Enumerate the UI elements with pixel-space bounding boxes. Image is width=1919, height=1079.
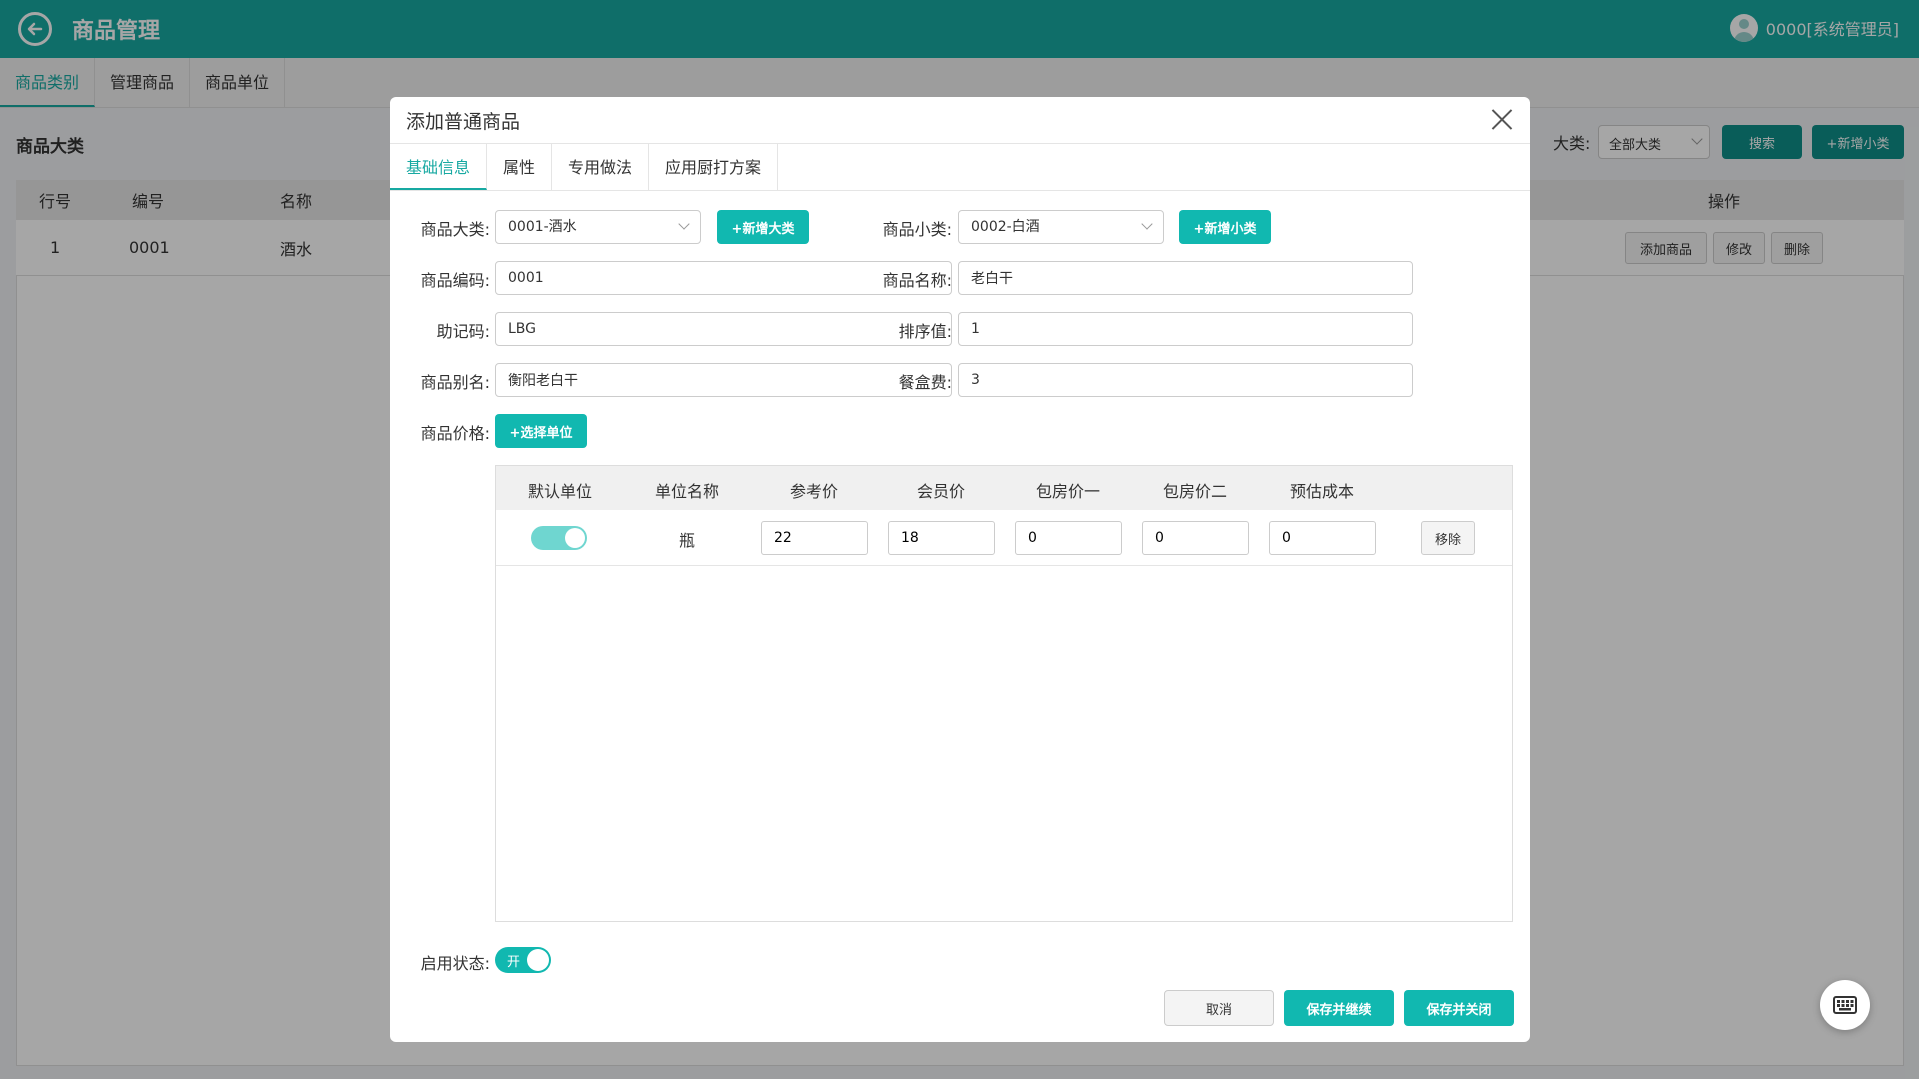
dialog-header: 添加普通商品: [390, 97, 1530, 144]
category-select[interactable]: 0001-酒水: [495, 210, 701, 244]
status-toggle[interactable]: 开: [495, 947, 551, 973]
alias-label: 商品别名:: [420, 373, 490, 392]
keyboard-button[interactable]: [1820, 980, 1870, 1030]
tab-attributes[interactable]: 属性: [487, 144, 553, 190]
col-room-price2: 包房价二: [1163, 482, 1228, 501]
tab-kitchen-print[interactable]: 应用厨打方案: [649, 144, 779, 190]
col-default-unit: 默认单位: [528, 482, 593, 501]
ref-price-input[interactable]: [761, 521, 868, 555]
remove-button[interactable]: 移除: [1421, 521, 1475, 555]
col-unit-name: 单位名称: [655, 482, 720, 501]
room-price1-input[interactable]: [1015, 521, 1122, 555]
code-label: 商品编码:: [420, 271, 490, 290]
col-member-price: 会员价: [917, 482, 966, 501]
status-toggle-text: 开: [507, 955, 521, 970]
chevron-down-icon: [678, 218, 690, 230]
dialog-tabs: 基础信息 属性 专用做法 应用厨打方案: [390, 144, 1530, 191]
sort-label: 排序值:: [898, 322, 952, 341]
name-label: 商品名称:: [882, 271, 952, 290]
boxfee-label: 餐盒费:: [898, 373, 952, 392]
table-row: 瓶 移除: [496, 510, 1512, 566]
subcategory-select[interactable]: 0002-白酒: [958, 210, 1164, 244]
price-table: 默认单位 单位名称 参考价 会员价 包房价一 包房价二 预估成本 瓶 移除: [495, 465, 1513, 922]
boxfee-input[interactable]: [958, 363, 1413, 397]
keyboard-icon: [1833, 996, 1857, 1014]
category-label: 商品大类:: [420, 220, 490, 239]
tab-basic-info[interactable]: 基础信息: [390, 144, 488, 190]
name-input[interactable]: [958, 261, 1413, 295]
category-value: 0001-酒水: [508, 219, 577, 235]
save-continue-button[interactable]: 保存并继续: [1284, 990, 1394, 1026]
toggle-knob: [565, 528, 585, 548]
col-est-cost: 预估成本: [1290, 482, 1355, 501]
sort-input[interactable]: [958, 312, 1413, 346]
room-price2-input[interactable]: [1142, 521, 1249, 555]
chevron-down-icon: [1141, 218, 1153, 230]
member-price-input[interactable]: [888, 521, 995, 555]
col-room-price1: 包房价一: [1036, 482, 1101, 501]
toggle-knob: [527, 949, 549, 971]
dialog-title: 添加普通商品: [406, 110, 521, 133]
subcategory-label: 商品小类:: [882, 220, 952, 239]
save-close-button[interactable]: 保存并关闭: [1404, 990, 1514, 1026]
add-category-button[interactable]: +新增大类: [717, 210, 809, 244]
select-unit-button[interactable]: +选择单位: [495, 414, 587, 448]
col-ref-price: 参考价: [790, 482, 839, 501]
unit-name: 瓶: [679, 531, 696, 550]
add-goods-dialog: 添加普通商品 基础信息 属性 专用做法 应用厨打方案 商品大类: 0001-酒水…: [390, 97, 1530, 1042]
mnemonic-label: 助记码:: [436, 322, 490, 341]
cancel-button[interactable]: 取消: [1164, 990, 1274, 1026]
est-cost-input[interactable]: [1269, 521, 1376, 555]
status-label: 启用状态:: [420, 954, 490, 973]
subcategory-value: 0002-白酒: [971, 219, 1040, 235]
add-subcategory-dialog-button[interactable]: +新增小类: [1179, 210, 1271, 244]
default-unit-toggle[interactable]: [531, 526, 587, 550]
price-table-header: 默认单位 单位名称 参考价 会员价 包房价一 包房价二 预估成本: [496, 466, 1512, 510]
price-label: 商品价格:: [420, 424, 490, 443]
tab-special-methods[interactable]: 专用做法: [552, 144, 650, 190]
close-icon[interactable]: [1490, 107, 1514, 131]
